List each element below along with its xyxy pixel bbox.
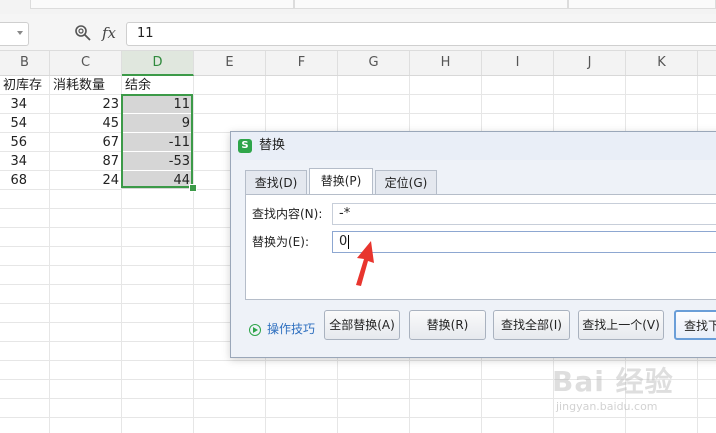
chevron-down-icon[interactable] [17, 31, 23, 35]
column-header-i[interactable]: I [482, 51, 554, 75]
tab-goto[interactable]: 定位(G) [375, 170, 437, 194]
cell-d5[interactable]: -53 [122, 152, 193, 171]
cell-c3[interactable]: 45 [50, 114, 122, 133]
toolbar-segment [294, 0, 568, 9]
find-next-button[interactable]: 查找下 [674, 310, 716, 340]
replace-label: 替换为(E): [252, 235, 309, 249]
formula-input[interactable]: 11 [126, 22, 716, 46]
cell-b2[interactable]: 34 [0, 95, 30, 114]
tab-find[interactable]: 查找(D) [245, 170, 307, 194]
zoom-icon[interactable] [74, 22, 92, 44]
replace-all-button[interactable]: 全部替换(A) [324, 310, 400, 340]
column-header-d[interactable]: D [122, 51, 194, 76]
find-all-button[interactable]: 查找全部(I) [493, 310, 570, 340]
fx-icon[interactable]: fx [102, 22, 116, 44]
cell-d3[interactable]: 9 [122, 114, 193, 133]
cell-header-b[interactable]: 初库存 [0, 76, 50, 95]
cell-c4[interactable]: 67 [50, 133, 122, 152]
dialog-title: 替换 [259, 138, 286, 153]
cell-b4[interactable]: 56 [0, 133, 30, 152]
find-label: 查找内容(N): [252, 207, 323, 221]
cell-d6[interactable]: 44 [122, 171, 193, 190]
column-header-e[interactable]: E [194, 51, 266, 75]
cell-header-c[interactable]: 消耗数量 [50, 76, 122, 95]
name-box[interactable] [0, 22, 29, 46]
replace-input[interactable]: 0 [332, 231, 716, 253]
replace-value: 0 [339, 234, 348, 249]
wps-logo-icon: S [238, 139, 252, 153]
find-value: -* [339, 206, 351, 221]
cell-b6[interactable]: 68 [0, 171, 30, 190]
column-header-g[interactable]: G [338, 51, 410, 75]
find-input[interactable]: -* [332, 203, 716, 225]
column-header-f[interactable]: F [266, 51, 338, 75]
column-header-j[interactable]: J [554, 51, 626, 75]
cell-header-d[interactable]: 结余 [122, 76, 194, 95]
cell-b3[interactable]: 54 [0, 114, 30, 133]
play-circle-icon [249, 323, 261, 336]
cell-d2[interactable]: 11 [122, 95, 193, 114]
dialog-titlebar[interactable]: S 替换 [231, 132, 716, 160]
replace-button[interactable]: 替换(R) [409, 310, 486, 340]
tips-label: 操作技巧 [267, 322, 316, 336]
toolbar-segment [30, 0, 294, 9]
baidu-watermark: Bai 经验 jingyan.baidu.com [552, 360, 712, 420]
tab-replace[interactable]: 替换(P) [309, 168, 373, 194]
cell-c6[interactable]: 24 [50, 171, 122, 190]
text-caret [348, 234, 350, 249]
cell-c2[interactable]: 23 [50, 95, 122, 114]
cell-d4[interactable]: -11 [122, 133, 193, 152]
column-headers: B C D E F G H I J K [0, 51, 716, 76]
column-header-b[interactable]: B [0, 51, 50, 75]
watermark-url: jingyan.baidu.com [556, 400, 658, 413]
cell-b5[interactable]: 34 [0, 152, 30, 171]
column-header-k[interactable]: K [626, 51, 698, 75]
formula-bar: fx 11 [0, 14, 716, 51]
toolbar-segment [568, 0, 716, 9]
fill-handle[interactable] [189, 184, 197, 192]
watermark-brand: Bai 经验 [552, 365, 674, 398]
cell-c5[interactable]: 87 [50, 152, 122, 171]
column-header-c[interactable]: C [50, 51, 122, 75]
top-toolbar-strip [0, 0, 716, 15]
replace-panel: 查找内容(N): -* 替换为(E): 0 [245, 194, 716, 300]
replace-dialog: S 替换 查找(D) 替换(P) 定位(G) 查找内容(N): -* 替换为(E… [230, 131, 716, 358]
column-header-h[interactable]: H [410, 51, 482, 75]
tips-link[interactable]: 操作技巧 [249, 319, 315, 339]
find-previous-button[interactable]: 查找上一个(V) [578, 310, 664, 340]
